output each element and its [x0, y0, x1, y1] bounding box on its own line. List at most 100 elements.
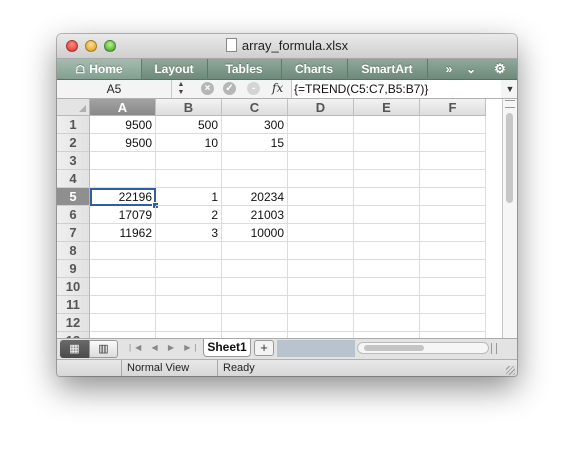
cell-a2[interactable]: 9500: [90, 134, 156, 152]
cell-e1[interactable]: [354, 116, 420, 134]
select-all-corner[interactable]: [57, 99, 90, 116]
cell-e2[interactable]: [354, 134, 420, 152]
tab-home[interactable]: ☖ Home: [57, 59, 142, 79]
cell-f1[interactable]: [420, 116, 486, 134]
cell-e5[interactable]: [354, 188, 420, 206]
cell-c3[interactable]: [222, 152, 288, 170]
cell-c9[interactable]: [222, 260, 288, 278]
expand-formula-bar-icon[interactable]: ▼: [503, 80, 517, 98]
row-header-11[interactable]: 11: [57, 296, 90, 314]
cell-e10[interactable]: [354, 278, 420, 296]
row-header-1[interactable]: 1: [57, 116, 90, 134]
cell-f5[interactable]: [420, 188, 486, 206]
cell-f4[interactable]: [420, 170, 486, 188]
cell-e4[interactable]: [354, 170, 420, 188]
row-header-9[interactable]: 9: [57, 260, 90, 278]
tab-layout[interactable]: Layout: [141, 59, 208, 79]
cell-a7[interactable]: 11962: [90, 224, 156, 242]
horizontal-scrollbar[interactable]: [357, 342, 489, 354]
cell-e6[interactable]: [354, 206, 420, 224]
cell-b3[interactable]: [156, 152, 222, 170]
cell-d5[interactable]: [288, 188, 354, 206]
cell-a3[interactable]: [90, 152, 156, 170]
cell-f7[interactable]: [420, 224, 486, 242]
tab-tables[interactable]: Tables: [207, 59, 282, 79]
cell-b4[interactable]: [156, 170, 222, 188]
add-sheet-button[interactable]: +: [254, 340, 274, 356]
cell-a6[interactable]: 17079: [90, 206, 156, 224]
cell-b2[interactable]: 10: [156, 134, 222, 152]
cell-f6[interactable]: [420, 206, 486, 224]
cell-f3[interactable]: [420, 152, 486, 170]
collapse-ribbon-icon[interactable]: ⌄: [461, 59, 481, 79]
cell-a5[interactable]: 22196: [90, 188, 156, 206]
column-header-a[interactable]: A: [90, 99, 156, 116]
row-header-3[interactable]: 3: [57, 152, 90, 170]
cell-b10[interactable]: [156, 278, 222, 296]
cell-c2[interactable]: 15: [222, 134, 288, 152]
cancel-edit-icon[interactable]: ×: [201, 82, 214, 95]
cell-c1[interactable]: 300: [222, 116, 288, 134]
cell-c12[interactable]: [222, 314, 288, 332]
normal-view-button[interactable]: ▦: [60, 340, 89, 358]
cell-a1[interactable]: 9500: [90, 116, 156, 134]
cell-c6[interactable]: 21003: [222, 206, 288, 224]
cell-f11[interactable]: [420, 296, 486, 314]
cell-e8[interactable]: [354, 242, 420, 260]
cell-d1[interactable]: [288, 116, 354, 134]
tab-charts[interactable]: Charts: [281, 59, 348, 79]
cell-f8[interactable]: [420, 242, 486, 260]
row-header-4[interactable]: 4: [57, 170, 90, 188]
row-header-12[interactable]: 12: [57, 314, 90, 332]
cell-a9[interactable]: [90, 260, 156, 278]
name-box-stepper-icon[interactable]: ▲ ▼: [175, 81, 187, 97]
cell-b5[interactable]: 1: [156, 188, 222, 206]
cell-b9[interactable]: [156, 260, 222, 278]
cell-d4[interactable]: [288, 170, 354, 188]
cell-b7[interactable]: 3: [156, 224, 222, 242]
cell-c4[interactable]: [222, 170, 288, 188]
cell-e12[interactable]: [354, 314, 420, 332]
cell-d2[interactable]: [288, 134, 354, 152]
cell-c5[interactable]: 20234: [222, 188, 288, 206]
insert-function-icon[interactable]: fx: [272, 81, 283, 95]
column-header-e[interactable]: E: [354, 99, 420, 116]
formula-builder-icon[interactable]: -: [247, 82, 260, 95]
cell-d3[interactable]: [288, 152, 354, 170]
cell-c7[interactable]: 10000: [222, 224, 288, 242]
cell-d8[interactable]: [288, 242, 354, 260]
vertical-scrollbar[interactable]: [502, 99, 517, 338]
confirm-edit-icon[interactable]: ✓: [223, 82, 236, 95]
cell-b12[interactable]: [156, 314, 222, 332]
row-header-8[interactable]: 8: [57, 242, 90, 260]
cell-a10[interactable]: [90, 278, 156, 296]
row-header-10[interactable]: 10: [57, 278, 90, 296]
cell-d11[interactable]: [288, 296, 354, 314]
column-header-d[interactable]: D: [288, 99, 354, 116]
cell-f9[interactable]: [420, 260, 486, 278]
cell-d10[interactable]: [288, 278, 354, 296]
cell-d6[interactable]: [288, 206, 354, 224]
cell-c11[interactable]: [222, 296, 288, 314]
cell-e11[interactable]: [354, 296, 420, 314]
cell-e7[interactable]: [354, 224, 420, 242]
cell-b6[interactable]: 2: [156, 206, 222, 224]
cell-e9[interactable]: [354, 260, 420, 278]
row-header-2[interactable]: 2: [57, 134, 90, 152]
row-header-6[interactable]: 6: [57, 206, 90, 224]
cell-e3[interactable]: [354, 152, 420, 170]
vertical-scroll-thumb[interactable]: [506, 113, 513, 203]
column-header-c[interactable]: C: [222, 99, 288, 116]
column-header-f[interactable]: F: [420, 99, 486, 116]
cell-c10[interactable]: [222, 278, 288, 296]
horizontal-split-handle[interactable]: [491, 343, 497, 354]
horizontal-scroll-thumb[interactable]: [364, 345, 424, 351]
cell-d7[interactable]: [288, 224, 354, 242]
cell-f12[interactable]: [420, 314, 486, 332]
sheet-tab-sheet1[interactable]: Sheet1: [203, 339, 251, 357]
column-header-b[interactable]: B: [156, 99, 222, 116]
cell-b11[interactable]: [156, 296, 222, 314]
cell-a4[interactable]: [90, 170, 156, 188]
sheet-navigation-arrows-icon[interactable]: |◀ ◀ ▶ ▶|: [129, 343, 200, 352]
cell-d9[interactable]: [288, 260, 354, 278]
